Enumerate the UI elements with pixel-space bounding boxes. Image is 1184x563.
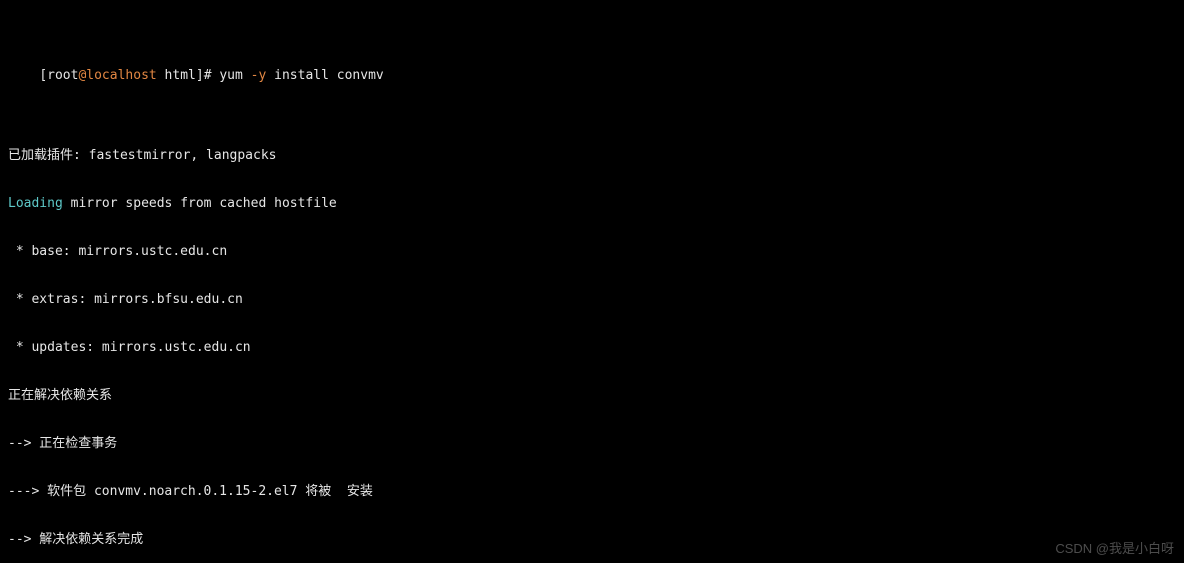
checking-transaction: --> 正在检查事务 <box>8 436 1176 452</box>
plugins-line: 已加载插件: fastestmirror, langpacks <box>8 148 1176 164</box>
bracket-left: [ <box>39 68 47 83</box>
loading-rest: mirror speeds from cached hostfile <box>63 196 337 211</box>
prompt-host: localhost <box>86 68 156 83</box>
bracket-right: ]# <box>196 68 219 83</box>
deps-done: --> 解决依赖关系完成 <box>8 532 1176 548</box>
terminal-output: [root@localhost html]# yum -y install co… <box>0 0 1184 563</box>
loading-line: Loading mirror speeds from cached hostfi… <box>8 196 1176 212</box>
prompt-line: [root@localhost html]# yum -y install co… <box>8 52 1176 100</box>
mirror-updates: * updates: mirrors.ustc.edu.cn <box>8 340 1176 356</box>
cmd-post: install convmv <box>266 68 383 83</box>
package-will-install: ---> 软件包 convmv.noarch.0.1.15-2.el7 将被 安… <box>8 484 1176 500</box>
prompt-user: root <box>47 68 78 83</box>
mirror-base: * base: mirrors.ustc.edu.cn <box>8 244 1176 260</box>
cmd-pre: yum <box>219 68 250 83</box>
mirror-extras: * extras: mirrors.bfsu.edu.cn <box>8 292 1176 308</box>
resolving-deps: 正在解决依赖关系 <box>8 388 1176 404</box>
prompt-path: html <box>157 68 196 83</box>
loading-word: Loading <box>8 196 63 211</box>
cmd-flag: -y <box>251 68 267 83</box>
